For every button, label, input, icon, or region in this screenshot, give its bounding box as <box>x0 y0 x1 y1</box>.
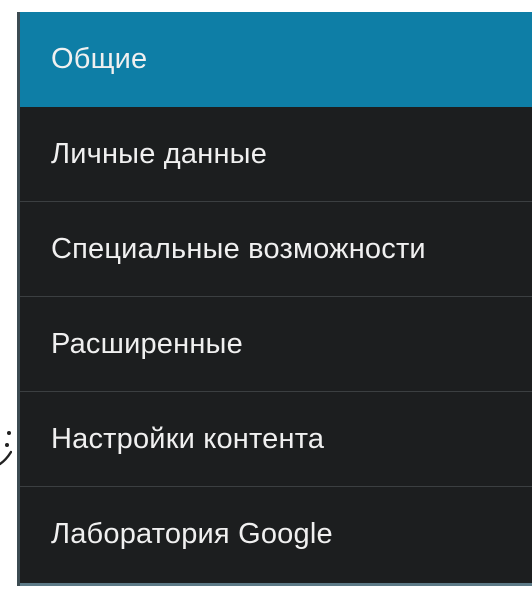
menu-item-label: Личные данные <box>51 137 268 170</box>
menu-item-privacy[interactable]: Личные данные <box>20 107 532 202</box>
menu-item-label: Расширенные <box>51 327 243 360</box>
menu-item-label: Лаборатория Google <box>51 518 333 550</box>
menu-item-advanced[interactable]: Расширенные <box>20 297 532 392</box>
menu-item-label: Настройки контента <box>51 422 325 455</box>
menu-item-google-labs[interactable]: Лаборатория Google <box>20 487 532 582</box>
panel-bottom-divider <box>20 583 532 586</box>
screenshot-stage: Общие Личные данные Специальные возможно… <box>0 0 532 590</box>
settings-menu-panel: Общие Личные данные Специальные возможно… <box>17 12 532 586</box>
menu-item-label: Общие <box>51 42 148 75</box>
settings-menu: Общие Личные данные Специальные возможно… <box>20 12 532 582</box>
menu-item-label: Специальные возможности <box>51 232 426 265</box>
menu-item-accessibility[interactable]: Специальные возможности <box>20 202 532 297</box>
partial-glyph-icon <box>0 430 12 470</box>
menu-item-general[interactable]: Общие <box>20 12 532 107</box>
menu-item-content-settings[interactable]: Настройки контента <box>20 392 532 487</box>
